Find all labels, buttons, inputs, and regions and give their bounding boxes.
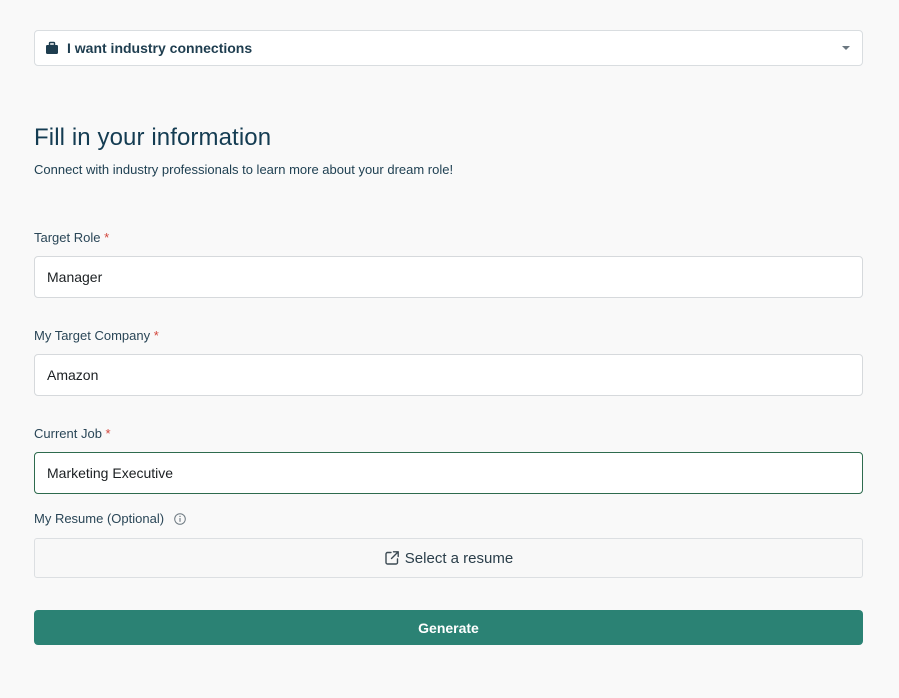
target-role-input[interactable] xyxy=(34,256,863,298)
resume-label-row: My Resume (Optional) xyxy=(34,511,863,527)
required-marker: * xyxy=(104,230,110,245)
connections-form-panel: I want industry connections Fill in your… xyxy=(34,30,863,645)
target-company-input[interactable] xyxy=(34,354,863,396)
briefcase-icon xyxy=(45,41,59,55)
select-resume-label: Select a resume xyxy=(404,549,514,567)
target-company-label: My Target Company * xyxy=(34,328,159,343)
required-marker: * xyxy=(153,328,159,343)
current-job-input[interactable] xyxy=(34,452,863,494)
current-job-label: Current Job * xyxy=(34,426,111,441)
required-marker: * xyxy=(105,426,111,441)
goal-dropdown-value: I want industry connections xyxy=(67,40,253,56)
external-link-icon xyxy=(384,550,400,566)
goal-dropdown[interactable]: I want industry connections xyxy=(34,30,863,66)
chevron-down-icon[interactable] xyxy=(842,46,850,50)
select-resume-button[interactable]: Select a resume xyxy=(34,538,863,578)
target-role-label: Target Role * xyxy=(34,230,110,245)
page-subtitle: Connect with industry professionals to l… xyxy=(34,162,454,177)
generate-button[interactable]: Generate xyxy=(34,610,863,645)
info-icon[interactable] xyxy=(174,513,186,525)
resume-label: My Resume (Optional) xyxy=(34,511,165,526)
page-title: Fill in your information xyxy=(34,124,272,151)
